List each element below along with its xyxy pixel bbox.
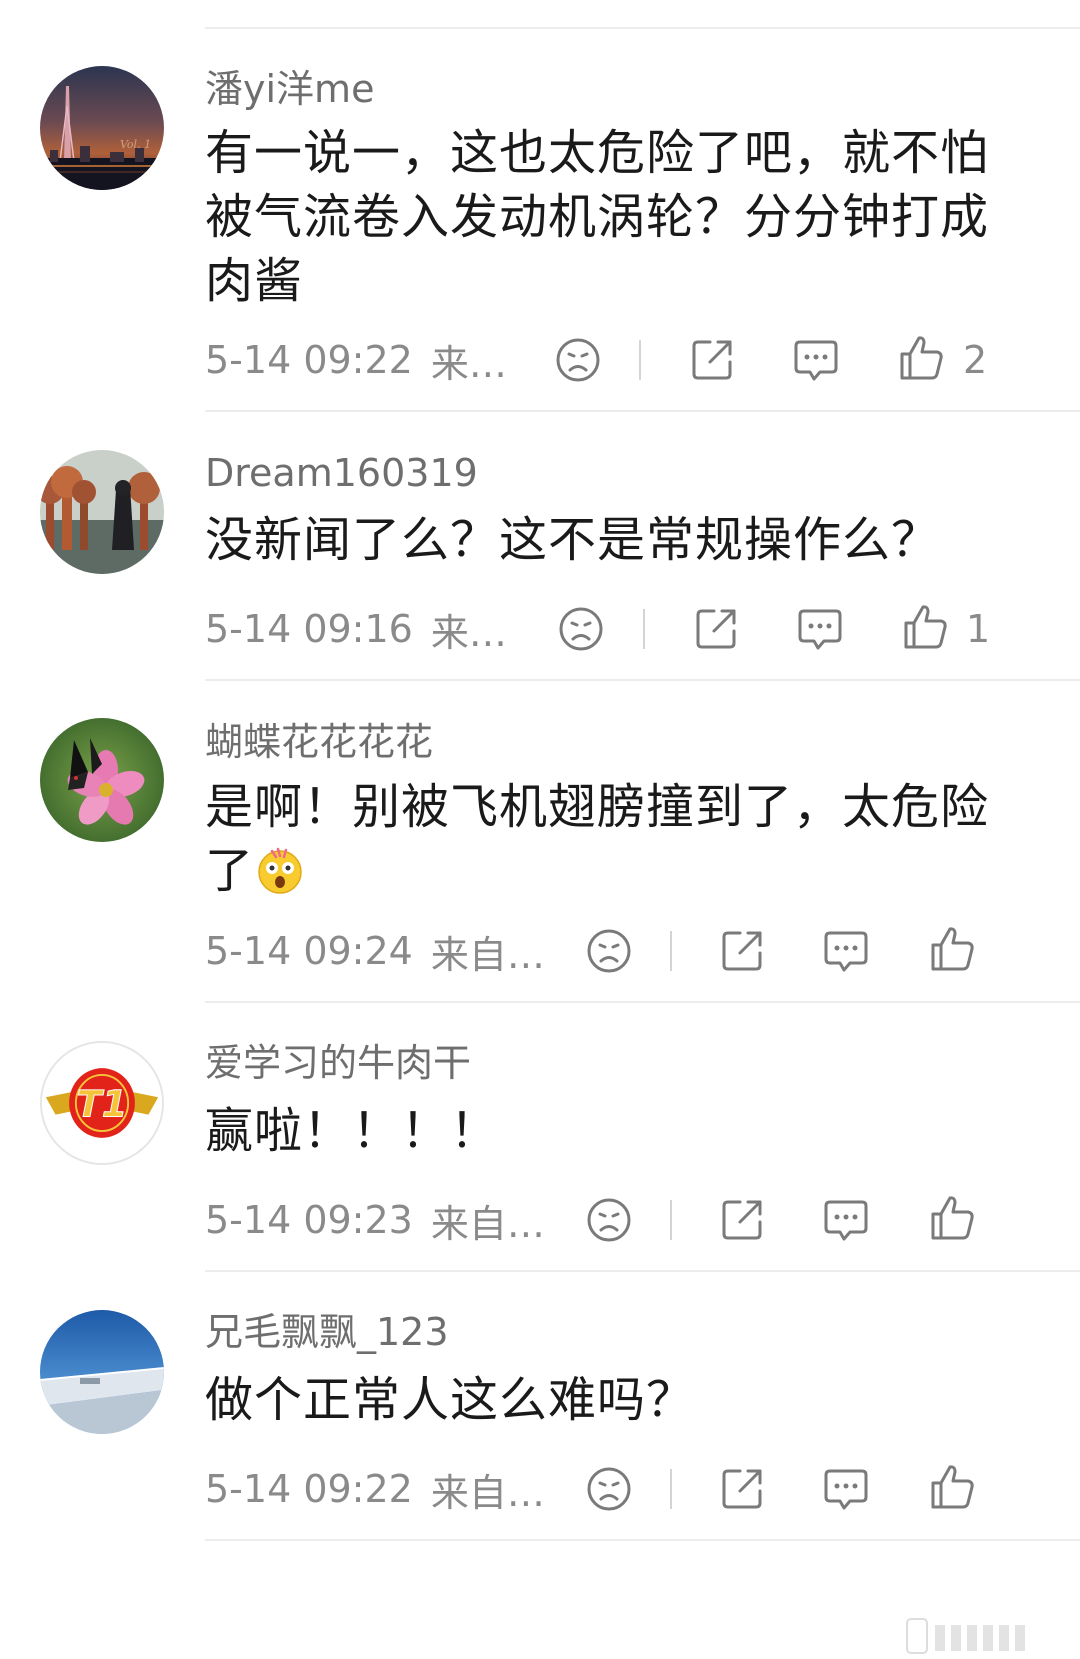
thumbs-up-icon[interactable] [928, 925, 976, 973]
thumbs-up-icon[interactable] [928, 1194, 976, 1242]
comment-bubble-icon[interactable] [822, 927, 870, 975]
divider [205, 1001, 1080, 1003]
source-label[interactable]: 来自… [431, 1462, 545, 1517]
share-icon[interactable] [692, 605, 740, 653]
t1-logo-text: T1 [77, 1083, 128, 1126]
comment-text: 是啊！别被飞机翅膀撞到了，太危险 了 [205, 775, 1005, 903]
sad-face-icon[interactable] [585, 927, 633, 975]
sad-face-icon[interactable] [557, 605, 605, 653]
separator [643, 609, 645, 649]
source-label[interactable]: 来… [431, 333, 507, 388]
comment-meta: 5-14 09:22 来自… [205, 1465, 545, 1515]
user-avatar[interactable]: Vol. 1 [40, 66, 164, 190]
username[interactable]: Dream160319 [205, 454, 478, 492]
share-icon[interactable] [688, 336, 736, 384]
user-avatar[interactable] [40, 1310, 164, 1434]
source-label[interactable]: 来自… [431, 924, 545, 979]
comment-text: 做个正常人这么难吗？ [205, 1368, 1005, 1432]
user-avatar[interactable] [40, 718, 164, 842]
sad-face-icon[interactable] [585, 1465, 633, 1513]
share-icon[interactable] [718, 1465, 766, 1513]
username[interactable]: 兄毛飘飘_123 [205, 1313, 449, 1351]
comment-text: 没新闻了么？这不是常规操作么？ [205, 508, 1005, 572]
thumbs-up-icon[interactable] [897, 334, 945, 382]
comment-text-line: 是啊！别被飞机翅膀撞到了，太危险 [205, 779, 990, 835]
comment-meta: 5-14 09:23 来自… [205, 1196, 545, 1246]
user-avatar[interactable]: T1 [40, 1041, 164, 1165]
comment-meta: 5-14 09:22 来… [205, 336, 507, 386]
divider [205, 410, 1080, 412]
comment-text: 有一说一，这也太危险了吧，就不怕 被气流卷入发动机涡轮？分分钟打成 肉酱 [205, 121, 1005, 313]
separator [639, 340, 641, 380]
comment-meta: 5-14 09:24 来自… [205, 927, 545, 977]
share-icon[interactable] [718, 927, 766, 975]
share-icon[interactable] [718, 1196, 766, 1244]
top-divider [205, 27, 1080, 29]
comment-text: 赢啦！！！！ [205, 1099, 1005, 1163]
t1-logo-avatar: T1 [42, 1043, 162, 1163]
sad-face-icon[interactable] [554, 336, 602, 384]
comment-meta: 5-14 09:16 来… [205, 605, 507, 655]
like-count: 1 [966, 607, 991, 651]
timestamp: 5-14 09:23 [205, 1198, 413, 1242]
comment-text-line: 没新闻了么？这不是常规操作么？ [205, 512, 941, 568]
comment-text-line: 了 [205, 843, 255, 899]
divider [205, 1539, 1080, 1541]
divider [205, 1270, 1080, 1272]
comment-text-line: 做个正常人这么难吗？ [205, 1372, 696, 1428]
comment-text-line-wrap: 了 [205, 839, 1005, 903]
username[interactable]: 潘yi洋me [205, 70, 374, 108]
comment-text-line: 有一说一，这也太危险了吧，就不怕 [205, 125, 990, 181]
thumbs-up-icon[interactable] [901, 603, 949, 651]
divider [205, 679, 1080, 681]
comment-bubble-icon[interactable] [822, 1465, 870, 1513]
shocked-face-emoji [258, 847, 302, 894]
comment-text-line: 被气流卷入发动机涡轮？分分钟打成 [205, 189, 990, 245]
source-label[interactable]: 来自… [431, 1193, 545, 1248]
timestamp: 5-14 09:24 [205, 929, 413, 973]
username[interactable]: 蝴蝶花花花花 [205, 723, 433, 761]
comment-bubble-icon[interactable] [792, 336, 840, 384]
sad-face-icon[interactable] [585, 1196, 633, 1244]
separator [670, 1469, 672, 1509]
comment-text-line: 赢啦！！！！ [205, 1103, 500, 1159]
separator [670, 931, 672, 971]
comment-bubble-icon[interactable] [796, 605, 844, 653]
thumbs-up-icon[interactable] [928, 1463, 976, 1511]
timestamp: 5-14 09:22 [205, 1467, 413, 1511]
separator [670, 1200, 672, 1240]
comment-bubble-icon[interactable] [822, 1196, 870, 1244]
timestamp: 5-14 09:22 [205, 338, 413, 382]
timestamp: 5-14 09:16 [205, 607, 413, 651]
username[interactable]: 爱学习的牛肉干 [205, 1044, 471, 1082]
like-count: 2 [963, 338, 988, 382]
comment-text-line: 肉酱 [205, 253, 304, 309]
source-label[interactable]: 来… [431, 602, 507, 657]
svg-text:Vol. 1: Vol. 1 [120, 138, 151, 151]
user-avatar[interactable] [40, 450, 164, 574]
watermark-bars [905, 1617, 1055, 1655]
